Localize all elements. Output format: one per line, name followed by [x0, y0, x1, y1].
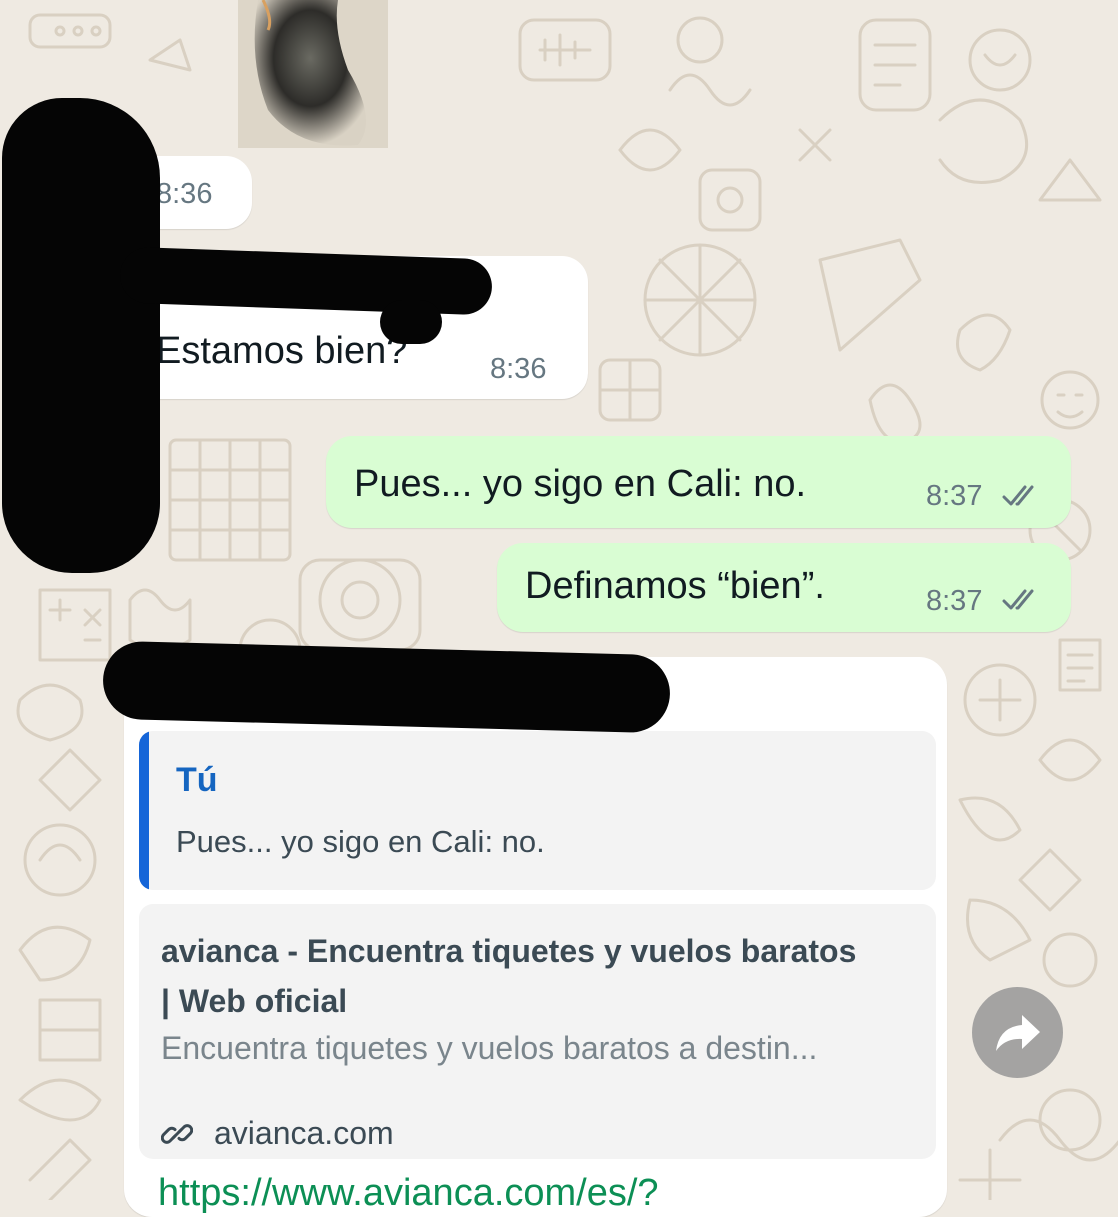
redaction-mark [102, 640, 671, 734]
quoted-message[interactable]: Tú Pues... yo sigo en Cali: no. [139, 731, 936, 890]
link-preview-domain: avianca.com [214, 1115, 394, 1151]
redaction-mark [380, 300, 442, 344]
forward-arrow-icon [996, 1015, 1040, 1051]
outgoing-message-bubble[interactable]: Pues... yo sigo en Cali: no. 8:37 [326, 436, 1071, 528]
message-time: 8:37 [926, 585, 983, 617]
quote-text: Pues... yo sigo en Cali: no. [176, 824, 545, 859]
quote-author: Tú [176, 761, 218, 799]
message-time: 8:36 [156, 178, 213, 210]
message-text: Pues... yo sigo en Cali: no. [354, 463, 807, 505]
link-preview-title: avianca - Encuentra tiquetes y vuelos ba… [161, 933, 857, 1019]
media-thumbnail[interactable] [238, 0, 388, 148]
message-link[interactable]: https://www.avianca.com/es/? [158, 1172, 659, 1215]
link-icon [161, 1124, 193, 1144]
message-text: Estamos bien? [156, 330, 408, 372]
message-text: Definamos “bien”. [525, 565, 825, 607]
message-time: 8:37 [926, 480, 983, 512]
redaction-mark [2, 98, 160, 573]
forward-button[interactable] [972, 987, 1063, 1078]
link-preview-description: Encuentra tiquetes y vuelos baratos a de… [161, 1030, 818, 1066]
double-check-icon [1002, 485, 1034, 506]
double-check-icon [1002, 589, 1034, 610]
outgoing-message-bubble[interactable]: Definamos “bien”. 8:37 [497, 543, 1071, 632]
link-preview-card[interactable]: avianca - Encuentra tiquetes y vuelos ba… [139, 904, 936, 1159]
message-time: 8:36 [490, 353, 547, 385]
quote-accent-bar [139, 731, 149, 890]
